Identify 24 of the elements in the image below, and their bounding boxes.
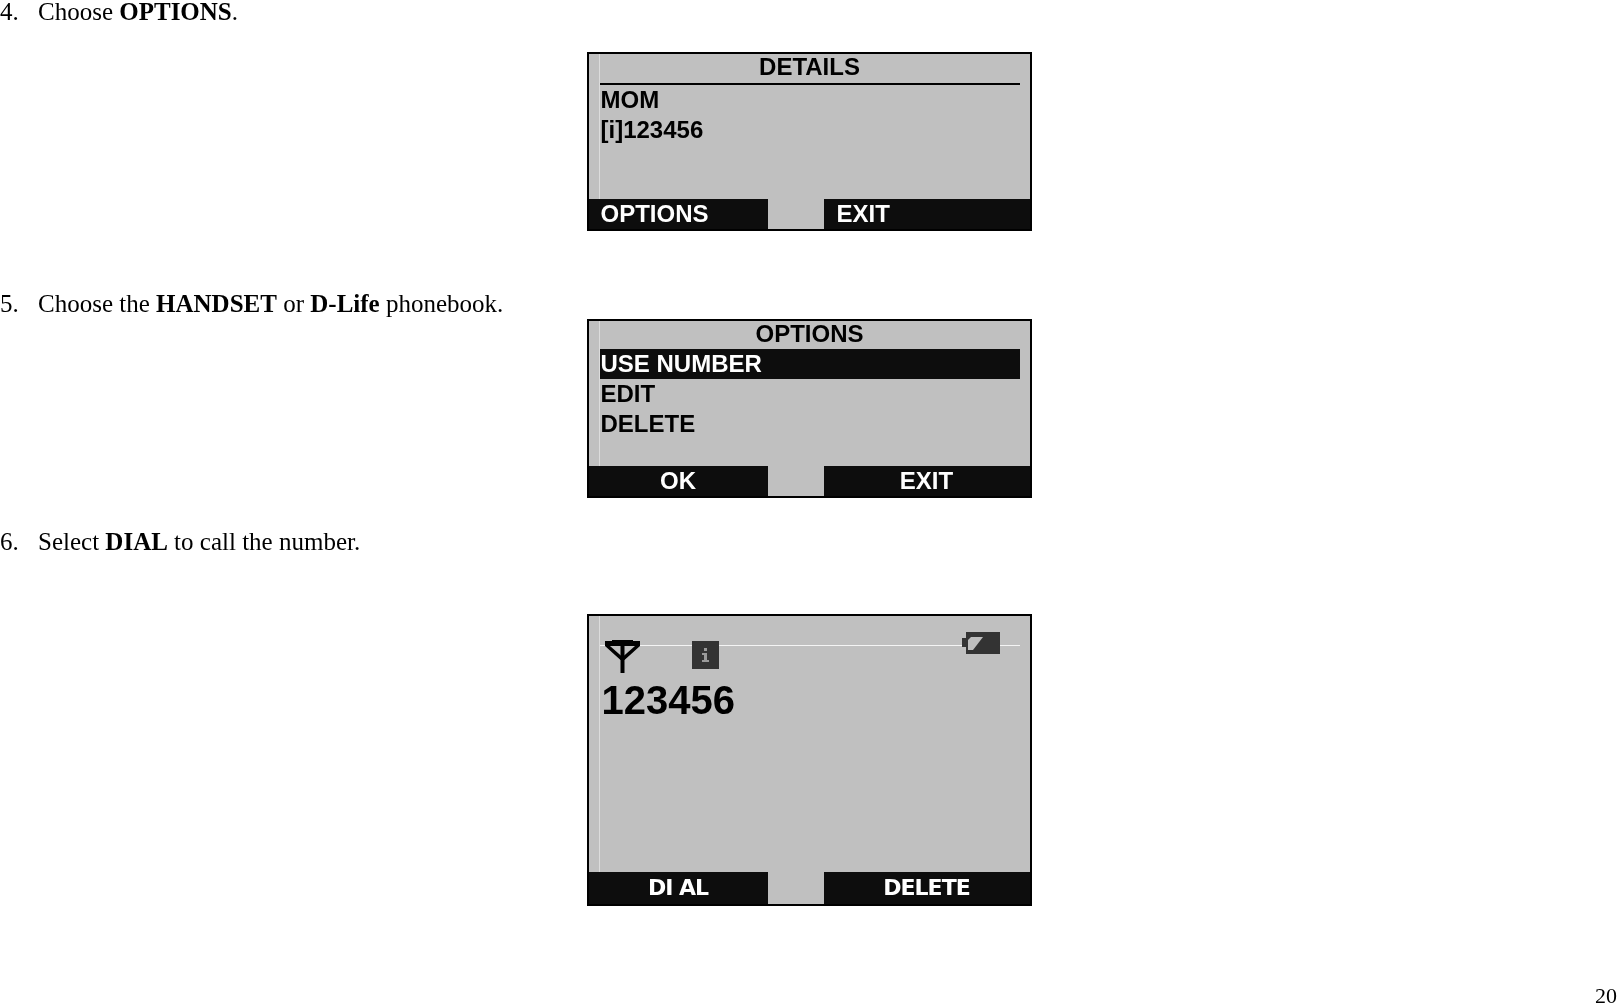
instruction-text: Choose OPTIONS.	[38, 0, 239, 24]
softkey-button[interactable]: EXIT	[823, 199, 1030, 229]
contact-name: MOM	[599, 85, 660, 115]
softkey-button[interactable]: EXIT	[823, 466, 1030, 496]
softkey-button[interactable]: DELETE	[823, 872, 1030, 904]
contact-number: [i]123456	[599, 115, 704, 145]
step-number: 6.	[0, 530, 20, 554]
antenna-icon	[604, 640, 640, 673]
battery-icon	[961, 632, 1000, 654]
menu-item[interactable]: USE NUMBER	[599, 349, 1020, 379]
info-icon	[691, 641, 719, 669]
softkey-button[interactable]: DI AL	[588, 872, 768, 904]
screen-title: DETAILS	[599, 54, 1020, 85]
instruction-text: Select DIAL to call the number.	[38, 530, 361, 554]
menu-item[interactable]: DELETE	[599, 409, 1020, 439]
softkey-button[interactable]: OK	[588, 466, 768, 496]
dialed-number: 123456	[600, 678, 735, 722]
step-number: 5.	[0, 292, 20, 316]
menu-item[interactable]: EDIT	[599, 379, 1020, 409]
screen-title: OPTIONS	[755, 321, 864, 347]
step-number: 4.	[0, 0, 20, 24]
instruction-text: Choose the HANDSET or D-Life phonebook.	[38, 292, 504, 316]
softkey-button[interactable]: OPTIONS	[588, 199, 768, 229]
page-number: 20	[1595, 984, 1618, 1008]
